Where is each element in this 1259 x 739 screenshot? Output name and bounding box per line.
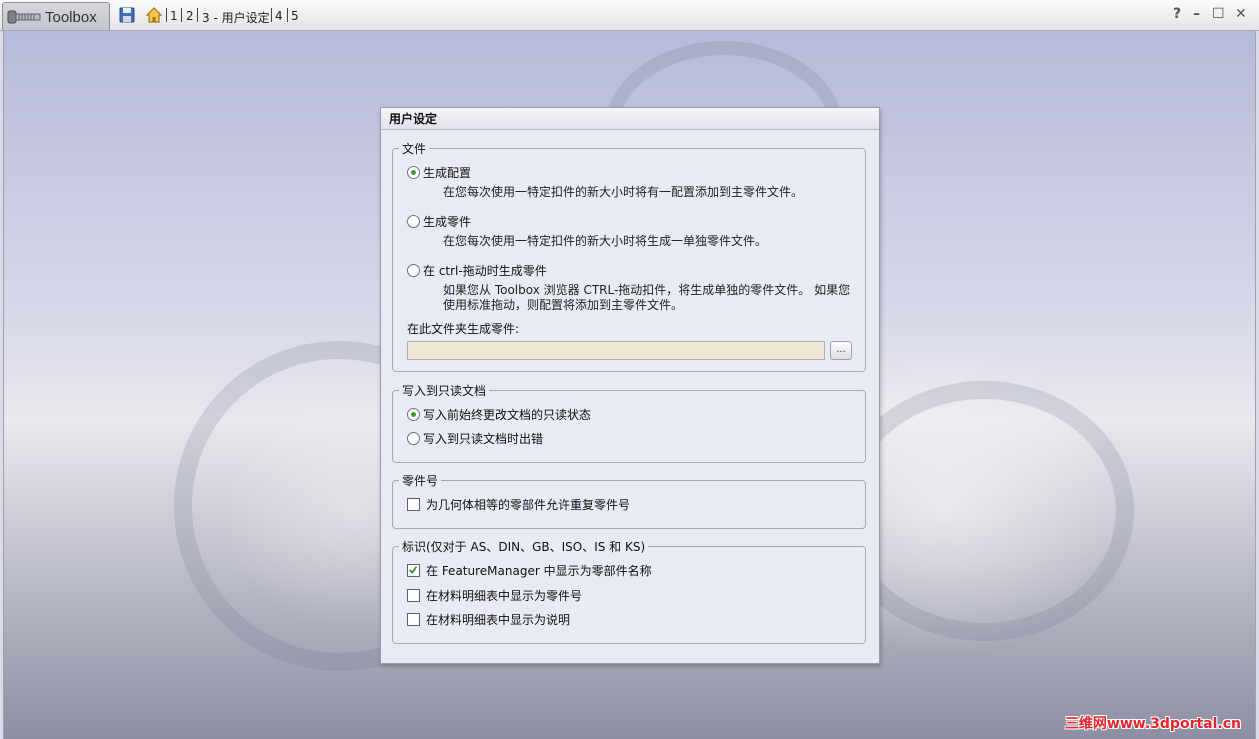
- app-tab[interactable]: Toolbox: [2, 2, 110, 30]
- breadcrumb-separator: [197, 8, 198, 22]
- folder-path-input[interactable]: [407, 341, 825, 360]
- readonly-group: 写入到只读文档 写入前始终更改文档的只读状态 写入到只读文档时出错: [392, 382, 866, 463]
- home-icon[interactable]: [145, 6, 163, 24]
- radio-change-readonly-label: 写入前始终更改文档的只读状态: [423, 408, 592, 422]
- readonly-group-title: 写入到只读文档: [399, 382, 490, 399]
- user-settings-dialog: 用户设定 文件 生成配置 在您每次使用一特定扣件的新大小时将有一配置添加到主零件…: [380, 107, 880, 664]
- check-icon: [409, 566, 418, 574]
- breadcrumb-item-2[interactable]: 2: [186, 9, 194, 23]
- browse-button[interactable]: ...: [830, 341, 852, 360]
- radio-button-selected[interactable]: [407, 166, 420, 179]
- marking-group: 标识(仅对于 AS、DIN、GB、ISO、IS 和 KS) 在 FeatureM…: [392, 538, 866, 644]
- checkbox[interactable]: [407, 589, 420, 602]
- radio-button[interactable]: [407, 264, 420, 277]
- folder-label: 在此文件夹生成零件:: [407, 322, 520, 336]
- breadcrumb-separator: [166, 8, 167, 22]
- checkbox[interactable]: [407, 498, 420, 511]
- file-group: 文件 生成配置 在您每次使用一特定扣件的新大小时将有一配置添加到主零件文件。 生…: [392, 140, 866, 372]
- breadcrumb-item-5[interactable]: 5: [291, 9, 299, 23]
- maximize-icon[interactable]: ☐: [1212, 6, 1225, 22]
- watermark: 三维网www.3dportal.cn: [1064, 716, 1241, 732]
- app-title: Toolbox: [45, 9, 97, 26]
- radio-button-selected[interactable]: [407, 408, 420, 421]
- breadcrumb-separator: [181, 8, 182, 22]
- radio-generate-config-desc: 在您每次使用一特定扣件的新大小时将有一配置添加到主零件文件。: [443, 185, 804, 199]
- breadcrumb-item-3[interactable]: 3 - 用户设定: [202, 9, 270, 26]
- radio-ctrl-drag-part-label: 在 ctrl-拖动时生成零件: [423, 264, 547, 278]
- minimize-icon[interactable]: –: [1193, 6, 1200, 22]
- checkbox-bom-partnum-label: 在材料明细表中显示为零件号: [426, 589, 583, 603]
- radio-generate-part-label: 生成零件: [423, 215, 472, 229]
- checkbox-duplicate-partnum-label: 为几何体相等的零部件允许重复零件号: [426, 498, 631, 512]
- checkbox-bom-description[interactable]: 在材料明细表中显示为说明: [407, 612, 570, 628]
- checkbox-bom-partnum[interactable]: 在材料明细表中显示为零件号: [407, 588, 582, 604]
- app-logo-icon: [7, 10, 41, 24]
- radio-readonly-error-label: 写入到只读文档时出错: [423, 432, 544, 446]
- radio-generate-config-label: 生成配置: [423, 166, 472, 180]
- checkbox-featuremanager-name-label: 在 FeatureManager 中显示为零部件名称: [426, 564, 652, 578]
- breadcrumb-separator: [287, 8, 288, 22]
- close-icon[interactable]: ✕: [1235, 6, 1247, 22]
- file-group-title: 文件: [399, 140, 430, 157]
- marking-group-title: 标识(仅对于 AS、DIN、GB、ISO、IS 和 KS): [399, 538, 649, 555]
- checkbox-bom-description-label: 在材料明细表中显示为说明: [426, 613, 571, 627]
- radio-generate-part[interactable]: 生成零件: [407, 214, 471, 230]
- breadcrumb-item-4[interactable]: 4: [275, 9, 283, 23]
- radio-generate-config[interactable]: 生成配置: [407, 165, 471, 181]
- radio-generate-part-desc: 在您每次使用一特定扣件的新大小时将生成一单独零件文件。: [443, 234, 768, 248]
- title-bar: Toolbox 1 2 3 - 用户设定 4 5 ? – ☐ ✕: [0, 0, 1259, 31]
- breadcrumb-separator: [271, 8, 272, 22]
- radio-ctrl-drag-part[interactable]: 在 ctrl-拖动时生成零件: [407, 263, 547, 279]
- help-icon[interactable]: ?: [1173, 6, 1181, 22]
- breadcrumb-item-1[interactable]: 1: [170, 9, 178, 23]
- save-icon[interactable]: [119, 7, 135, 23]
- radio-change-readonly[interactable]: 写入前始终更改文档的只读状态: [407, 407, 591, 423]
- partnum-group-title: 零件号: [399, 472, 442, 489]
- checkbox[interactable]: [407, 613, 420, 626]
- checkbox-duplicate-partnum[interactable]: 为几何体相等的零部件允许重复零件号: [407, 497, 630, 513]
- radio-readonly-error[interactable]: 写入到只读文档时出错: [407, 431, 543, 447]
- checkbox-checked[interactable]: [407, 564, 420, 577]
- radio-ctrl-drag-part-desc: 如果您从 Toolbox 浏览器 CTRL-拖动扣件，将生成单独的零件文件。 如…: [443, 283, 851, 312]
- radio-button[interactable]: [407, 432, 420, 445]
- dialog-title: 用户设定: [381, 108, 879, 130]
- checkbox-featuremanager-name[interactable]: 在 FeatureManager 中显示为零部件名称: [407, 563, 652, 579]
- partnum-group: 零件号 为几何体相等的零部件允许重复零件号: [392, 472, 866, 529]
- radio-button[interactable]: [407, 215, 420, 228]
